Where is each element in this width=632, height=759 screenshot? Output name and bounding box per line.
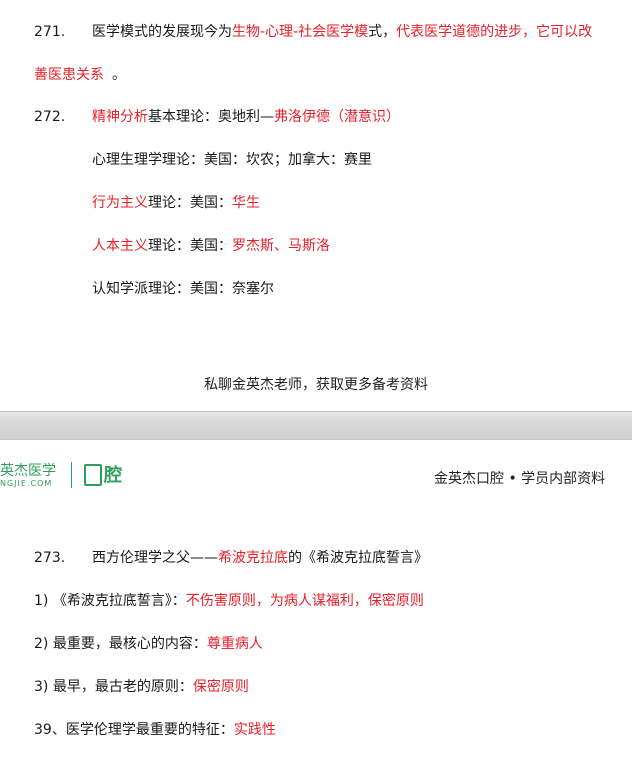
highlight: 罗杰斯、马斯洛: [232, 238, 330, 254]
list-item: 3) 最早，最古老的原则：保密原则: [34, 677, 249, 697]
text: 理论：美国：: [148, 238, 232, 254]
header-title: 金英杰口腔 • 学员内部资料: [434, 471, 606, 487]
text: 基本理论：奥地利—: [148, 109, 274, 125]
page-gap: [0, 411, 632, 440]
highlight: 代表医学道德的进步，它可以改: [396, 24, 593, 40]
highlight: 行为主义: [92, 195, 148, 211]
item-number: 273.: [34, 550, 66, 566]
highlight: 华生: [232, 195, 260, 211]
highlight: 实践性: [233, 722, 276, 738]
list-item: 2) 最重要，最核心的内容：尊重病人: [34, 634, 263, 654]
highlight: 希波克拉底: [218, 550, 288, 566]
text: 2) 最重要，最核心的内容：: [34, 636, 207, 652]
highlight: 生物-心理-社会医学模: [232, 24, 369, 40]
text: 式，: [368, 24, 397, 40]
item-number: 272.: [34, 109, 66, 125]
item-number: 271.: [34, 24, 66, 40]
text: 西方伦理学之父——: [92, 550, 218, 566]
logo-text: 英杰医学: [0, 463, 56, 479]
text: 医学模式的发展现今为: [92, 24, 232, 40]
highlight: 尊重病人: [206, 636, 263, 652]
highlight: 弗洛伊德（潜意识）: [274, 109, 400, 125]
logo-word: 腔: [104, 465, 122, 486]
list-item: 1) 《希波克拉底誓言》：不伤害原则，为病人谋福利，保密原则: [34, 591, 424, 611]
text: 39、医学伦理学最重要的特征：: [34, 722, 234, 738]
highlight: 精神分析: [92, 109, 148, 125]
list-item: 39、医学伦理学最重要的特征：实践性: [34, 720, 276, 740]
mouth-box-icon: [84, 464, 102, 486]
text: 3) 最早，最古老的原则：: [34, 679, 193, 695]
text: 1) 《希波克拉底誓言》：: [34, 593, 186, 609]
highlight: 善医患关系: [34, 67, 104, 83]
highlight: 人本主义: [92, 238, 148, 254]
text: 心理生理学理论：美国：坎农；加拿大：赛里: [92, 152, 372, 168]
logo-divider: [71, 462, 72, 488]
text: 的《希波克拉底誓言》: [288, 550, 428, 566]
text: 理论：美国：: [148, 195, 232, 211]
text: 。: [112, 67, 126, 83]
page-footer-promo: 私聊金英杰老师，获取更多备考资料: [204, 377, 428, 393]
logo-url: NGJIE.COM: [0, 479, 53, 488]
highlight: 保密原则: [192, 679, 249, 695]
text: 认知学派理论：美国：奈塞尔: [92, 281, 274, 297]
highlight: 不伤害原则，为病人谋福利，保密原则: [185, 593, 424, 609]
